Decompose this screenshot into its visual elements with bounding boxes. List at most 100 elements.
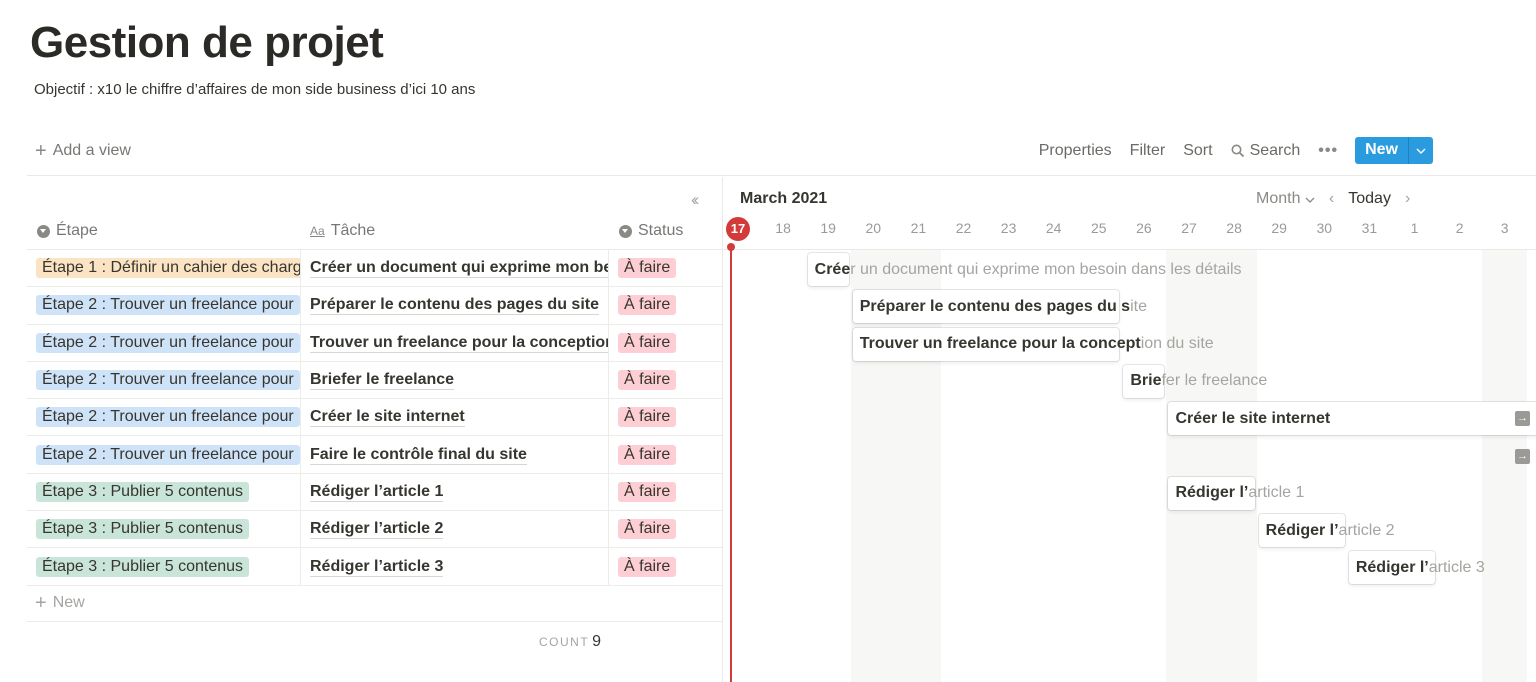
- cell-etape[interactable]: Étape 2 : Trouver un freelance pour: [27, 436, 301, 473]
- table-pane: ‹‹ Étape Aa Tâche Status Étape 1 : Défin…: [27, 177, 722, 682]
- cell-etape[interactable]: Étape 3 : Publier 5 contenus: [27, 548, 301, 585]
- cell-status[interactable]: À faire: [609, 548, 722, 584]
- table-row[interactable]: Étape 3 : Publier 5 contenus Rédiger l’a…: [27, 548, 722, 586]
- table-row[interactable]: Étape 3 : Publier 5 contenus Rédiger l’a…: [27, 511, 722, 549]
- page-subtitle: Objectif : x10 le chiffre d’affaires de …: [34, 81, 476, 98]
- cell-etape[interactable]: Étape 2 : Trouver un freelance pour: [27, 324, 301, 361]
- today-line: [730, 247, 732, 682]
- go-to-item-icon[interactable]: →: [1515, 411, 1530, 427]
- count-value: 9: [592, 633, 602, 650]
- cell-status[interactable]: À faire: [609, 399, 722, 435]
- count-label: COUNT: [539, 635, 590, 649]
- status-tag: À faire: [618, 519, 677, 540]
- timeline-item[interactable]: [1348, 551, 1436, 585]
- day-label: 30: [1316, 220, 1333, 236]
- cell-etape[interactable]: Étape 3 : Publier 5 contenus: [27, 473, 301, 511]
- cell-status[interactable]: À faire: [609, 362, 722, 398]
- table-row[interactable]: Étape 2 : Trouver un freelance pour Crée…: [27, 399, 722, 437]
- task-title[interactable]: Briefer le freelance: [310, 370, 455, 391]
- cell-etape[interactable]: Étape 1 : Définir un cahier des charges: [27, 250, 301, 287]
- cell-tache[interactable]: Rédiger l’article 3: [301, 548, 609, 585]
- status-tag: À faire: [618, 444, 677, 465]
- sort-button[interactable]: Sort: [1174, 138, 1221, 164]
- day-label: 1: [1410, 220, 1419, 236]
- search-icon: [1231, 144, 1244, 157]
- go-to-item-icon[interactable]: →: [1515, 448, 1530, 464]
- timeline-scale-dropdown[interactable]: Month: [1256, 190, 1315, 208]
- cell-etape[interactable]: Étape 2 : Trouver un freelance pour: [27, 399, 301, 436]
- task-title[interactable]: Rédiger l’article 3: [310, 557, 444, 577]
- day-label: 23: [1000, 220, 1017, 236]
- cell-status[interactable]: À faire: [609, 325, 722, 361]
- cell-tache[interactable]: Rédiger l’article 2: [301, 511, 609, 548]
- task-title[interactable]: Faire le contrôle final du site: [310, 445, 527, 465]
- status-tag: À faire: [618, 481, 677, 502]
- cell-tache[interactable]: Faire le contrôle final du site: [301, 436, 609, 473]
- table-row[interactable]: Étape 2 : Trouver un freelance pour Fair…: [27, 436, 722, 474]
- table-row[interactable]: Étape 2 : Trouver un freelance pour Brie…: [27, 361, 722, 400]
- filter-button[interactable]: Filter: [1121, 138, 1175, 164]
- cell-etape[interactable]: Étape 3 : Publier 5 contenus: [27, 511, 301, 548]
- label-overflow: article 3: [1428, 558, 1485, 576]
- collapse-table-icon[interactable]: ‹‹: [691, 190, 700, 210]
- today-marker: 17: [726, 217, 750, 241]
- cell-status[interactable]: À faire: [609, 287, 722, 323]
- status-tag: À faire: [618, 332, 677, 353]
- next-icon[interactable]: ›: [1405, 190, 1410, 208]
- new-button[interactable]: New: [1355, 137, 1408, 164]
- more-options-icon[interactable]: •••: [1309, 138, 1347, 164]
- properties-button[interactable]: Properties: [1030, 138, 1121, 164]
- cell-tache[interactable]: Créer le site internet: [301, 399, 609, 436]
- table-row[interactable]: Étape 2 : Trouver un freelance pour Prép…: [27, 287, 722, 325]
- cell-status[interactable]: À faire: [609, 474, 722, 510]
- task-title[interactable]: Créer le site internet: [310, 407, 465, 428]
- task-title[interactable]: Rédiger l’article 1: [310, 482, 444, 502]
- cell-status[interactable]: À faire: [609, 250, 722, 286]
- add-view-button[interactable]: + Add a view: [35, 141, 131, 161]
- timeline-pane: March 2021 Month ‹ Today › 17 18 19 20 21 22 2…: [723, 177, 1536, 682]
- day-label: 24: [1045, 220, 1062, 236]
- today-button[interactable]: Today: [1348, 190, 1391, 208]
- column-header-etape[interactable]: Étape: [37, 222, 98, 240]
- timeline-item[interactable]: [852, 290, 1120, 324]
- column-header-tache[interactable]: Aa Tâche: [310, 222, 375, 240]
- cell-tache[interactable]: Préparer le contenu des pages du site: [301, 287, 609, 324]
- table-row[interactable]: Étape 2 : Trouver un freelance pour Trou…: [27, 324, 722, 362]
- timeline-item[interactable]: [1123, 364, 1165, 398]
- cell-tache[interactable]: Briefer le freelance: [301, 361, 609, 399]
- day-label: 27: [1181, 220, 1197, 236]
- task-title[interactable]: Préparer le contenu des pages du site: [310, 295, 599, 316]
- timeline-item[interactable]: [1168, 402, 1536, 436]
- status-tag: À faire: [618, 556, 677, 577]
- task-title[interactable]: Trouver un freelance pour la conception …: [310, 333, 608, 353]
- cell-etape[interactable]: Étape 2 : Trouver un freelance pour: [27, 287, 301, 324]
- timeline-item[interactable]: [807, 253, 849, 286]
- previous-icon[interactable]: ‹: [1329, 190, 1334, 208]
- new-row-button[interactable]: + New: [27, 586, 722, 622]
- page-title: Gestion de projet: [30, 18, 384, 67]
- cell-status[interactable]: À faire: [609, 511, 722, 547]
- table-row[interactable]: Étape 1 : Définir un cahier des charges …: [27, 250, 722, 288]
- task-title[interactable]: Créer un document qui exprime mon besoin…: [310, 258, 608, 279]
- search-button[interactable]: Search: [1222, 138, 1310, 164]
- timeline-nav: Month ‹ Today ›: [1256, 190, 1410, 208]
- cell-tache[interactable]: Rédiger l’article 1: [301, 473, 609, 511]
- new-dropdown-button[interactable]: [1408, 137, 1433, 164]
- timeline-item[interactable]: [1258, 514, 1345, 548]
- timeline-item[interactable]: [852, 327, 1120, 361]
- day-label: 28: [1226, 220, 1242, 236]
- today-dot: [727, 243, 735, 251]
- column-header-status[interactable]: Status: [619, 222, 683, 240]
- timeline-item[interactable]: [1168, 476, 1255, 510]
- cell-etape[interactable]: Étape 2 : Trouver un freelance pour: [27, 361, 301, 399]
- count-footer[interactable]: COUNT 9: [539, 633, 601, 651]
- cell-tache[interactable]: Créer un document qui exprime mon besoin…: [301, 250, 609, 287]
- table-row[interactable]: Étape 3 : Publier 5 contenus Rédiger l’a…: [27, 473, 722, 512]
- table-body: Étape 1 : Définir un cahier des charges …: [27, 250, 722, 622]
- toolbar: Properties Filter Sort Search ••• New: [1030, 137, 1433, 164]
- cell-status[interactable]: À faire: [609, 436, 722, 472]
- task-title[interactable]: Rédiger l’article 2: [310, 519, 444, 540]
- search-label: Search: [1249, 141, 1301, 159]
- status-tag: À faire: [618, 370, 677, 391]
- cell-tache[interactable]: Trouver un freelance pour la conception …: [301, 324, 609, 361]
